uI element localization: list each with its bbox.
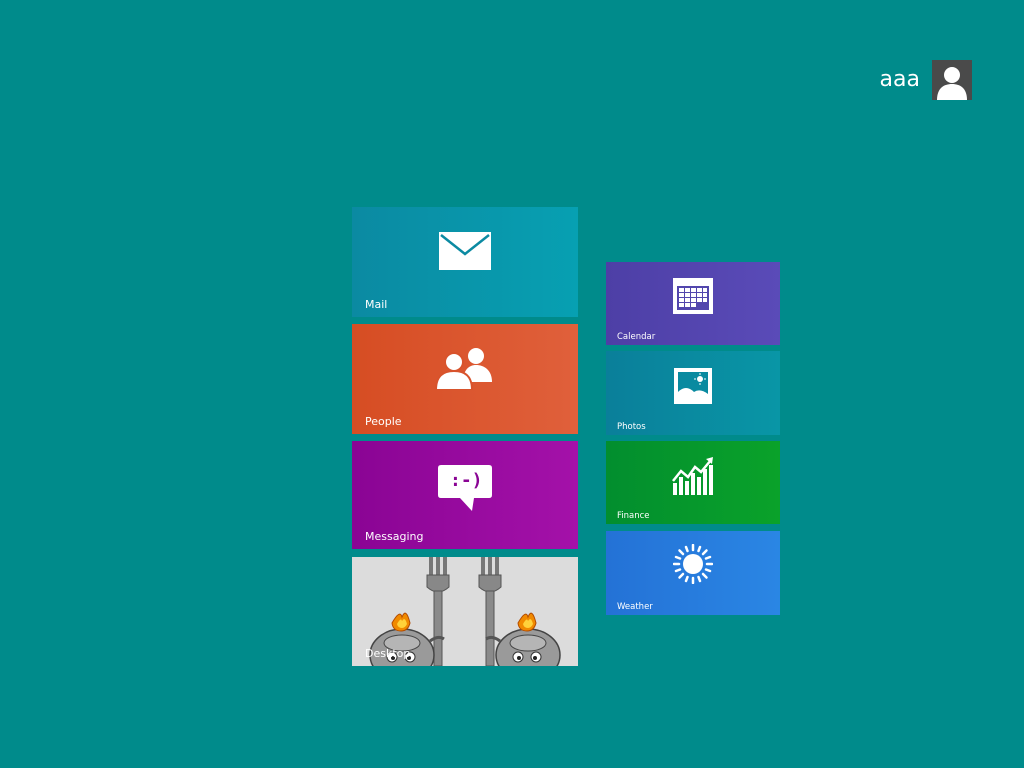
tile-people[interactable]: People [352, 324, 578, 434]
chart-up-icon [672, 457, 713, 495]
user-account[interactable]: aaa [880, 60, 972, 100]
tile-calendar[interactable]: Calendar [606, 262, 780, 345]
sun-icon [673, 544, 713, 584]
tile-mail[interactable]: Mail [352, 207, 578, 317]
tile-label: Finance [617, 511, 650, 521]
user-name[interactable]: aaa [880, 60, 920, 100]
user-silhouette-icon[interactable] [932, 60, 972, 100]
chat-bubble-text: :-) [450, 470, 483, 491]
tile-weather[interactable]: Weather [606, 531, 780, 615]
tile-label: Mail [365, 298, 388, 311]
tile-label: Weather [617, 602, 653, 612]
photo-icon [674, 368, 712, 404]
tile-label: People [365, 415, 402, 428]
tile-messaging[interactable]: :-) Messaging [352, 441, 578, 549]
tile-label: Desktop [365, 647, 411, 660]
tile-photos[interactable]: Photos [606, 351, 780, 435]
people-icon [435, 348, 492, 390]
tile-label: Photos [617, 422, 646, 432]
tile-desktop[interactable]: Desktop [352, 557, 578, 666]
tile-label: Calendar [617, 332, 656, 342]
tile-label: Messaging [365, 530, 424, 543]
envelope-icon [439, 232, 491, 270]
tile-finance[interactable]: Finance [606, 441, 780, 524]
calendar-icon [673, 278, 713, 314]
